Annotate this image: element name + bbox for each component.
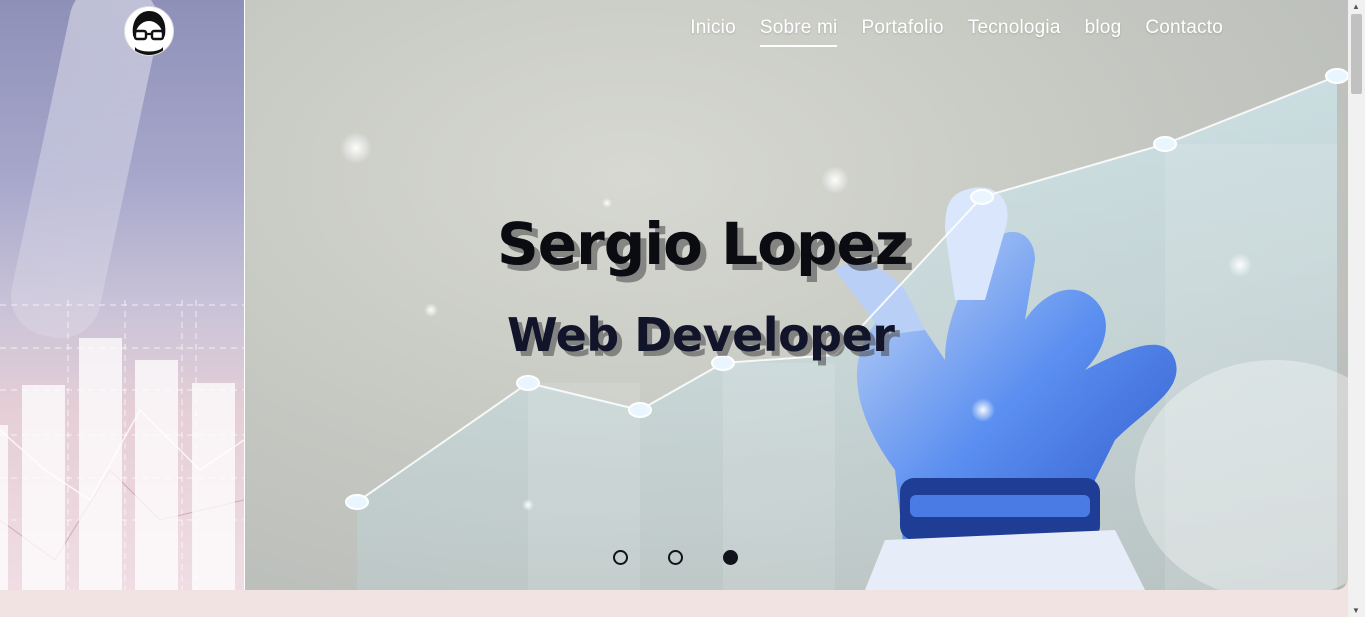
nav-item-contacto[interactable]: Contacto bbox=[1145, 17, 1223, 47]
carousel-dot-3[interactable] bbox=[723, 550, 738, 565]
carousel-indicators bbox=[613, 550, 738, 565]
nav-item-portafolio[interactable]: Portafolio bbox=[861, 17, 943, 47]
page-frame: Inicio Sobre mi Portafolio Tecnologia bl… bbox=[0, 0, 1348, 590]
hero-background-graphic bbox=[340, 68, 1348, 590]
scroll-thumb[interactable] bbox=[1351, 14, 1362, 94]
side-image-panel bbox=[0, 0, 244, 590]
hero-subtitle: Web Developer bbox=[507, 308, 895, 362]
hero-title: Sergio Lopez bbox=[497, 210, 909, 278]
nav-item-inicio[interactable]: Inicio bbox=[690, 17, 736, 47]
carousel-dot-2[interactable] bbox=[668, 550, 683, 565]
page-scrollbar[interactable]: ▲ ▼ bbox=[1348, 0, 1365, 617]
glasses-avatar-icon bbox=[125, 7, 173, 55]
hero-carousel: Inicio Sobre mi Portafolio Tecnologia bl… bbox=[245, 0, 1348, 590]
side-bar bbox=[22, 385, 65, 590]
main-nav: Inicio Sobre mi Portafolio Tecnologia bl… bbox=[690, 17, 1223, 47]
avatar[interactable] bbox=[124, 6, 174, 56]
side-bar bbox=[79, 338, 122, 590]
side-bar bbox=[192, 383, 235, 590]
side-bar bbox=[0, 425, 8, 590]
scroll-up-arrow-icon[interactable]: ▲ bbox=[1352, 2, 1360, 11]
nav-item-sobre-mi[interactable]: Sobre mi bbox=[759, 17, 838, 47]
scroll-down-arrow-icon[interactable]: ▼ bbox=[1352, 606, 1360, 615]
nav-item-tecnologia[interactable]: Tecnologia bbox=[968, 17, 1061, 47]
side-bar bbox=[135, 360, 178, 590]
carousel-dot-1[interactable] bbox=[613, 550, 628, 565]
nav-item-blog[interactable]: blog bbox=[1085, 17, 1122, 47]
